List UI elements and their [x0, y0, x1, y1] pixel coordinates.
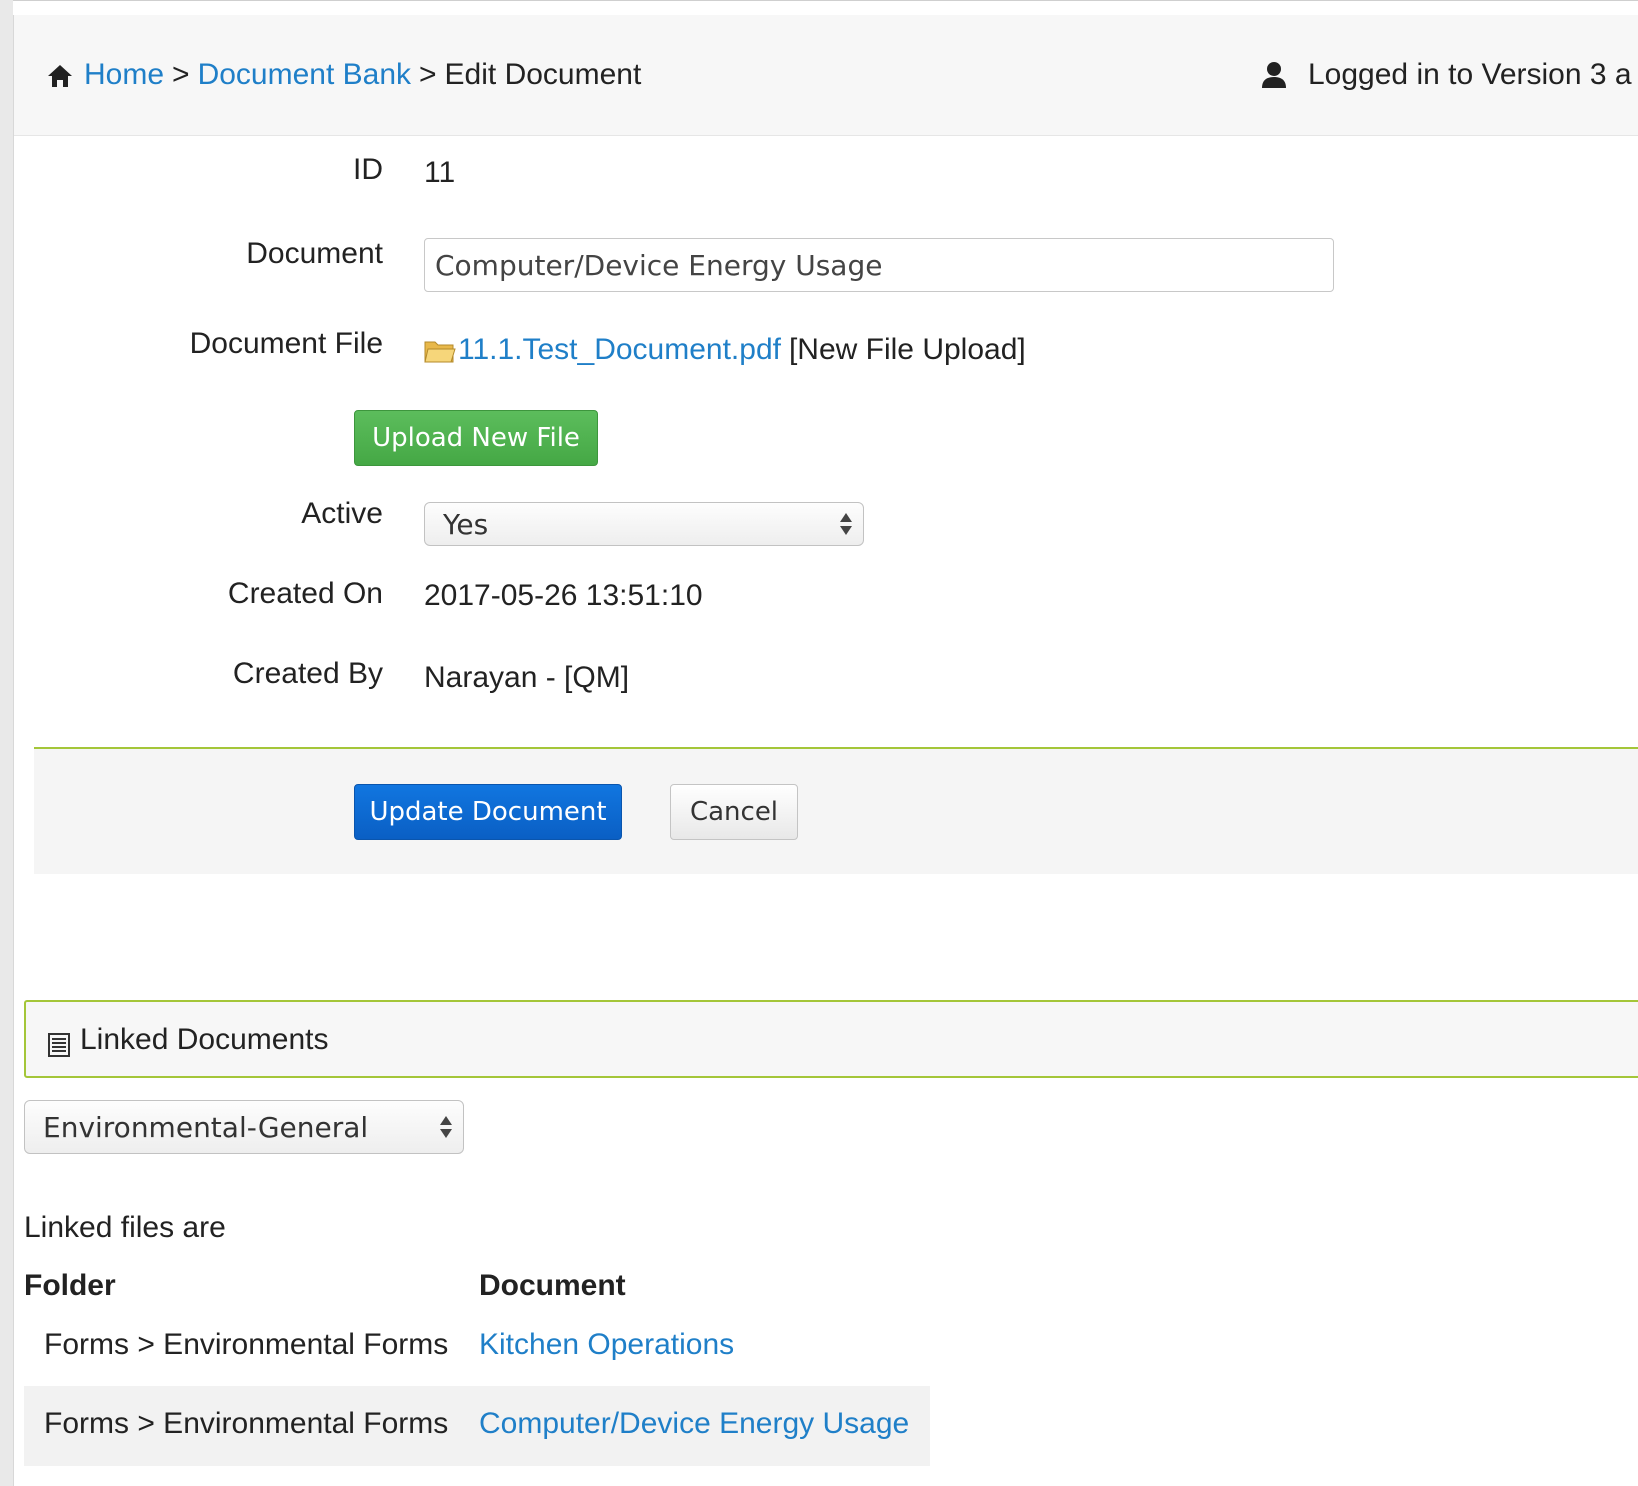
breadcrumb-separator: > — [172, 58, 190, 91]
active-select-value: Yes — [443, 507, 489, 541]
table-row: Forms > Environmental Forms Kitchen Oper… — [24, 1307, 930, 1387]
document-file-link[interactable]: 11.1.Test_Document.pdf — [458, 332, 781, 368]
id-value: 11 — [424, 156, 456, 189]
header-bar: Home > Document Bank > Edit Document Log… — [14, 15, 1638, 136]
breadcrumb-separator: > — [419, 58, 437, 91]
linked-documents-title: Linked Documents — [48, 1020, 328, 1060]
update-document-button[interactable]: Update Document — [354, 784, 622, 840]
home-icon[interactable] — [46, 61, 74, 89]
window-top-edge — [13, 0, 1638, 15]
breadcrumb-document-bank-link[interactable]: Document Bank — [198, 55, 411, 95]
new-file-upload-text: [New File Upload] — [788, 333, 1026, 366]
login-text: Logged in to Version 3 a — [1308, 58, 1632, 91]
login-info: Logged in to Version 3 a — [1260, 55, 1632, 95]
table-row: Forms > Environmental Forms Computer/Dev… — [24, 1386, 930, 1466]
linked-files-intro: Linked files are — [24, 1211, 226, 1244]
created-by-label: Created By — [232, 657, 383, 690]
breadcrumb-current: Edit Document — [444, 58, 642, 91]
created-by-value: Narayan - [QM] — [424, 661, 630, 694]
active-select[interactable]: Yes — [424, 502, 864, 546]
upload-new-file-button[interactable]: Upload New File — [354, 410, 598, 466]
active-label: Active — [301, 497, 383, 530]
folder-icon — [424, 337, 456, 363]
breadcrumb-home-link[interactable]: Home — [84, 55, 164, 95]
select-arrows-icon — [439, 1113, 453, 1141]
created-on-value: 2017-05-26 13:51:10 — [424, 579, 703, 612]
row-folder: Forms > Environmental Forms — [44, 1407, 449, 1440]
document-label: Document — [246, 237, 383, 270]
document-file: 11.1.Test_Document.pdf [New File Upload] — [424, 332, 1026, 368]
cancel-button[interactable]: Cancel — [670, 784, 798, 840]
document-file-label: Document File — [189, 327, 383, 360]
list-icon — [48, 1028, 70, 1057]
linked-category-value: Environmental-General — [43, 1110, 369, 1144]
linked-category-select[interactable]: Environmental-General — [24, 1100, 464, 1154]
breadcrumb: Home > Document Bank > Edit Document — [46, 55, 641, 95]
created-on-label: Created On — [227, 577, 383, 610]
linked-documents-panel: Linked Documents — [24, 1000, 1638, 1078]
select-arrows-icon — [839, 510, 853, 538]
document-name-input[interactable] — [424, 238, 1334, 292]
window-left-edge — [0, 0, 14, 1486]
column-header-document: Document — [479, 1269, 626, 1302]
user-icon — [1260, 60, 1288, 90]
row-document-link[interactable]: Kitchen Operations — [479, 1327, 734, 1363]
row-folder: Forms > Environmental Forms — [44, 1328, 449, 1361]
row-document-link[interactable]: Computer/Device Energy Usage — [479, 1406, 909, 1442]
form-actions — [34, 749, 1638, 874]
column-header-folder: Folder — [24, 1269, 116, 1302]
id-label: ID — [353, 153, 383, 186]
linked-documents-heading: Linked Documents — [80, 1023, 329, 1056]
